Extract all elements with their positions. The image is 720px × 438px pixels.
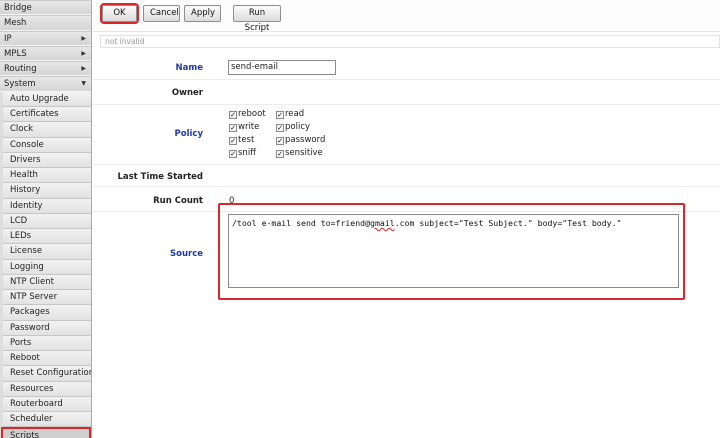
- sidebar-item-ntp-client[interactable]: NTP Client: [3, 274, 91, 291]
- policy-checkbox-test[interactable]: ✓ test: [229, 135, 254, 145]
- checkbox-label: policy: [285, 122, 311, 132]
- policy-label: Policy: [174, 129, 203, 139]
- sidebar-item-history[interactable]: History: [3, 183, 91, 199]
- menu-item-ip[interactable]: IP ▶: [0, 30, 91, 46]
- sidebar-item-resources[interactable]: Resources: [3, 381, 91, 397]
- sidebar-item-packages[interactable]: Packages: [3, 305, 91, 321]
- checkmark-icon: ✓: [276, 137, 284, 145]
- sidebar-item-auto-upgrade[interactable]: Auto Upgrade: [3, 91, 91, 108]
- menu-label: Routing: [4, 64, 37, 75]
- checkbox-label: sensitive: [285, 148, 323, 158]
- name-row: Name send-email: [93, 52, 720, 80]
- owner-row: Owner: [93, 80, 720, 105]
- checkbox-label: test: [238, 135, 255, 145]
- name-input[interactable]: send-email: [228, 60, 336, 75]
- sidebar-item-ports[interactable]: Ports: [3, 335, 91, 352]
- status-message: not invalid: [100, 35, 720, 48]
- menu-label: MPLS: [4, 48, 27, 59]
- checkbox-label: reboot: [238, 109, 266, 119]
- sidebar-item-reset-configuration[interactable]: Reset Configuration: [3, 366, 91, 382]
- chevron-down-icon: ▼: [81, 80, 86, 88]
- sidebar-item-drivers[interactable]: Drivers: [3, 152, 91, 169]
- sidebar-item-lcd[interactable]: LCD: [3, 213, 91, 230]
- policy-row: Policy ✓ reboot ✓ read ✓ write ✓ policy ✓ tes…: [93, 105, 720, 165]
- sidebar-item-identity[interactable]: Identity: [3, 198, 91, 214]
- policy-checkbox-password[interactable]: ✓ password: [276, 135, 325, 145]
- name-label: Name: [175, 63, 203, 73]
- menu-item-mpls[interactable]: MPLS ▶: [0, 45, 91, 62]
- cancel-button[interactable]: Cancel: [143, 5, 180, 22]
- menu-item-mesh[interactable]: Mesh: [0, 15, 91, 31]
- policy-checkbox-sniff[interactable]: ✓ sniff: [229, 148, 256, 158]
- policy-checkbox-reboot[interactable]: ✓ reboot: [229, 109, 266, 119]
- menu-item-bridge[interactable]: Bridge: [0, 0, 91, 16]
- menu-label: IP: [4, 33, 12, 44]
- toolbar: OK Cancel Apply Run Script: [93, 0, 720, 33]
- checkmark-icon: ✓: [229, 124, 237, 132]
- sidebar-item-scripts[interactable]: Scripts: [1, 427, 91, 438]
- last-time-started-row: Last Time Started: [93, 165, 720, 187]
- chevron-right-icon: ▶: [81, 49, 86, 57]
- menu-item-system[interactable]: System ▼: [0, 76, 91, 92]
- sidebar: Bridge Mesh IP ▶ MPLS ▶ Routing ▶ System ▼ A…: [0, 0, 92, 438]
- checkmark-icon: ✓: [229, 137, 237, 145]
- sidebar-item-logging[interactable]: Logging: [3, 259, 91, 275]
- run-count-label: Run Count: [153, 196, 203, 206]
- menu-label: System: [4, 79, 36, 90]
- menu-label: Bridge: [4, 3, 32, 13]
- menu-label: Mesh: [4, 18, 27, 29]
- chevron-right-icon: ▶: [81, 65, 86, 73]
- sidebar-item-scheduler[interactable]: Scheduler: [3, 412, 91, 428]
- sidebar-item-console[interactable]: Console: [3, 137, 91, 153]
- checkbox-label: password: [285, 135, 326, 145]
- sidebar-item-password[interactable]: Password: [3, 320, 91, 336]
- checkmark-icon: ✓: [276, 111, 284, 119]
- checkmark-icon: ✓: [276, 150, 284, 158]
- source-highlight-frame: [218, 203, 685, 300]
- ok-button[interactable]: OK: [102, 5, 137, 22]
- apply-button[interactable]: Apply: [184, 5, 221, 22]
- checkmark-icon: ✓: [276, 124, 284, 132]
- source-label: Source: [169, 249, 203, 259]
- checkmark-icon: ✓: [229, 111, 237, 119]
- checkbox-label: write: [238, 122, 260, 132]
- sidebar-item-routerboard[interactable]: Routerboard: [3, 396, 91, 413]
- checkbox-label: read: [285, 109, 305, 119]
- sidebar-item-health[interactable]: Health: [3, 168, 91, 184]
- policy-checkbox-sensitive[interactable]: ✓ sensitive: [276, 148, 323, 158]
- checkbox-label: sniff: [238, 148, 257, 158]
- run-script-button[interactable]: Run Script: [233, 5, 281, 33]
- menu-item-routing[interactable]: Routing ▶: [0, 61, 91, 77]
- last-time-started-label: Last Time Started: [117, 172, 203, 182]
- policy-checkbox-read[interactable]: ✓ read: [276, 109, 304, 119]
- policy-checkbox-policy[interactable]: ✓ policy: [276, 122, 310, 132]
- sidebar-item-leds[interactable]: LEDs: [3, 229, 91, 245]
- sidebar-item-clock[interactable]: Clock: [3, 122, 91, 138]
- owner-label: Owner: [171, 88, 203, 98]
- sidebar-item-ntp-server[interactable]: NTP Server: [3, 290, 91, 306]
- sidebar-item-license[interactable]: License: [3, 244, 91, 260]
- policy-checkbox-write[interactable]: ✓ write: [229, 122, 259, 132]
- checkmark-icon: ✓: [229, 150, 237, 158]
- sidebar-item-reboot[interactable]: Reboot: [3, 351, 91, 367]
- sidebar-item-certificates[interactable]: Certificates: [3, 107, 91, 123]
- chevron-right-icon: ▶: [81, 34, 86, 42]
